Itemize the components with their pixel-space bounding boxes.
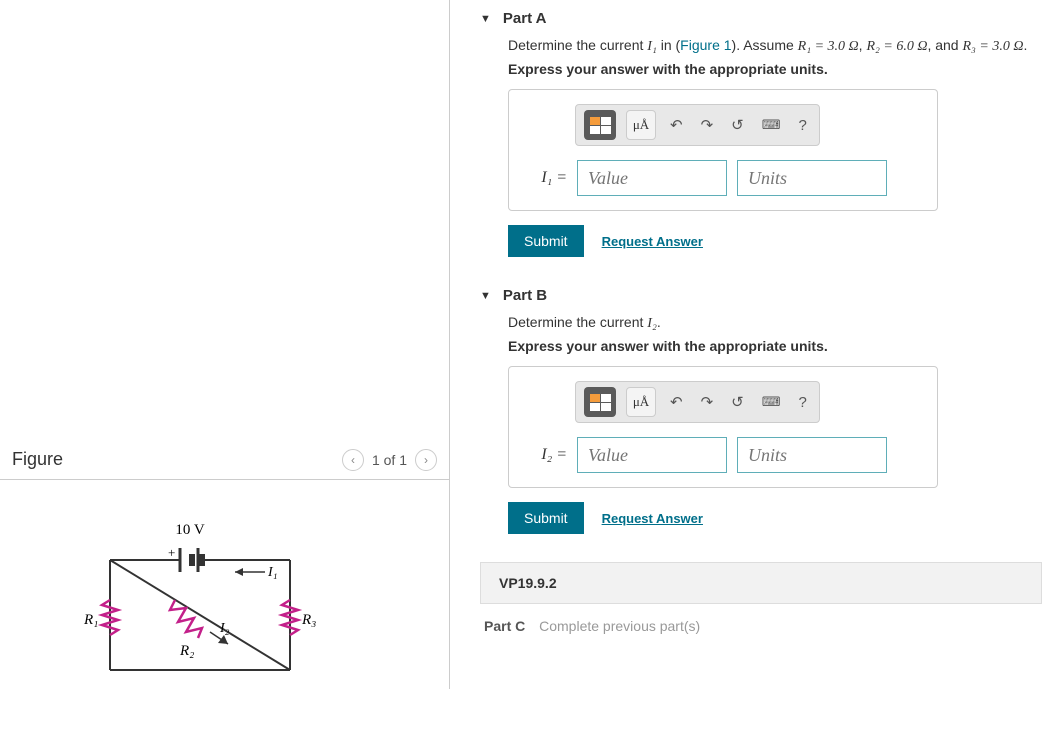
part-b-actions: Submit Request Answer <box>508 502 1042 534</box>
part-a-body: Determine the current I₁ in (Figure 1). … <box>480 37 1042 277</box>
figure-pager: ‹ 1 of 1 › <box>342 449 437 471</box>
reset-icon[interactable]: ↺ <box>727 393 748 411</box>
svg-text:+: + <box>168 545 175 560</box>
part-a-actions: Submit Request Answer <box>508 225 1042 257</box>
part-a-toolbar: μÅ ↶ ↷ ↺ ⌨ ? <box>575 104 820 146</box>
part-b-request-answer-link[interactable]: Request Answer <box>602 511 703 526</box>
part-b-answer-box: μÅ ↶ ↷ ↺ ⌨ ? I₂ = <box>508 366 938 488</box>
part-a-units-input[interactable] <box>737 160 887 196</box>
redo-icon[interactable]: ↷ <box>697 116 718 134</box>
pager-prev-button[interactable]: ‹ <box>342 449 364 471</box>
figure-header: Figure ‹ 1 of 1 › <box>0 440 449 480</box>
part-b-submit-button[interactable]: Submit <box>508 502 584 534</box>
redo-icon[interactable]: ↷ <box>697 393 718 411</box>
part-b-prompt: Determine the current I₂. <box>508 314 1042 332</box>
part-b-title: Part B <box>503 287 547 304</box>
svg-text:R₃: R₃ <box>301 612 316 628</box>
svg-text:R₁: R₁ <box>83 612 98 628</box>
units-mu-button[interactable]: μÅ <box>626 387 656 417</box>
caret-down-icon: ▼ <box>480 290 491 302</box>
part-b-body: Determine the current I₂. Express your a… <box>480 314 1042 554</box>
circuit-diagram: 10 V + R₁ R₂ R₃ I₁ I₂ <box>0 480 449 743</box>
part-c-row: Part C Complete previous part(s) <box>480 604 1042 634</box>
units-mu-button[interactable]: μÅ <box>626 110 656 140</box>
svg-text:10 V: 10 V <box>175 522 204 538</box>
part-c-label: Part C <box>484 618 525 634</box>
undo-icon[interactable]: ↶ <box>666 116 687 134</box>
templates-icon[interactable] <box>584 110 616 140</box>
help-icon[interactable]: ? <box>795 117 811 134</box>
keyboard-icon[interactable]: ⌨ <box>758 394 785 410</box>
undo-icon[interactable]: ↶ <box>666 393 687 411</box>
part-b-instruction: Express your answer with the appropriate… <box>508 338 1042 354</box>
figure-link[interactable]: Figure 1 <box>680 37 731 53</box>
templates-icon[interactable] <box>584 387 616 417</box>
part-b-toolbar: μÅ ↶ ↷ ↺ ⌨ ? <box>575 381 820 423</box>
svg-text:I₂: I₂ <box>219 621 230 636</box>
part-a-answer-box: μÅ ↶ ↷ ↺ ⌨ ? I₁ = <box>508 89 938 211</box>
help-icon[interactable]: ? <box>795 394 811 411</box>
pager-next-button[interactable]: › <box>415 449 437 471</box>
part-a-instruction: Express your answer with the appropriate… <box>508 61 1042 77</box>
vp-section[interactable]: VP19.9.2 <box>480 562 1042 604</box>
part-a-header[interactable]: ▼ Part A <box>480 0 1042 37</box>
part-a-title: Part A <box>503 10 547 27</box>
part-b-header[interactable]: ▼ Part B <box>480 277 1042 314</box>
keyboard-icon[interactable]: ⌨ <box>758 117 785 133</box>
figure-pane: Figure ‹ 1 of 1 › <box>0 0 450 689</box>
part-a-var-label: I₁ = <box>527 169 567 187</box>
part-c-text: Complete previous part(s) <box>539 618 700 634</box>
part-a-submit-button[interactable]: Submit <box>508 225 584 257</box>
part-b-value-input[interactable] <box>577 437 727 473</box>
figure-title: Figure <box>12 449 63 470</box>
part-b-input-row: I₂ = <box>527 437 919 473</box>
reset-icon[interactable]: ↺ <box>727 116 748 134</box>
part-a-value-input[interactable] <box>577 160 727 196</box>
part-a-input-row: I₁ = <box>527 160 919 196</box>
svg-text:I₁: I₁ <box>267 565 278 580</box>
part-a-request-answer-link[interactable]: Request Answer <box>602 234 703 249</box>
caret-down-icon: ▼ <box>480 13 491 25</box>
svg-text:R₂: R₂ <box>179 643 194 659</box>
part-b-var-label: I₂ = <box>527 446 567 464</box>
questions-pane: ▼ Part A Determine the current I₁ in (Fi… <box>450 0 1057 689</box>
part-a-prompt: Determine the current I₁ in (Figure 1). … <box>508 37 1042 55</box>
part-b-units-input[interactable] <box>737 437 887 473</box>
pager-text: 1 of 1 <box>372 452 407 468</box>
